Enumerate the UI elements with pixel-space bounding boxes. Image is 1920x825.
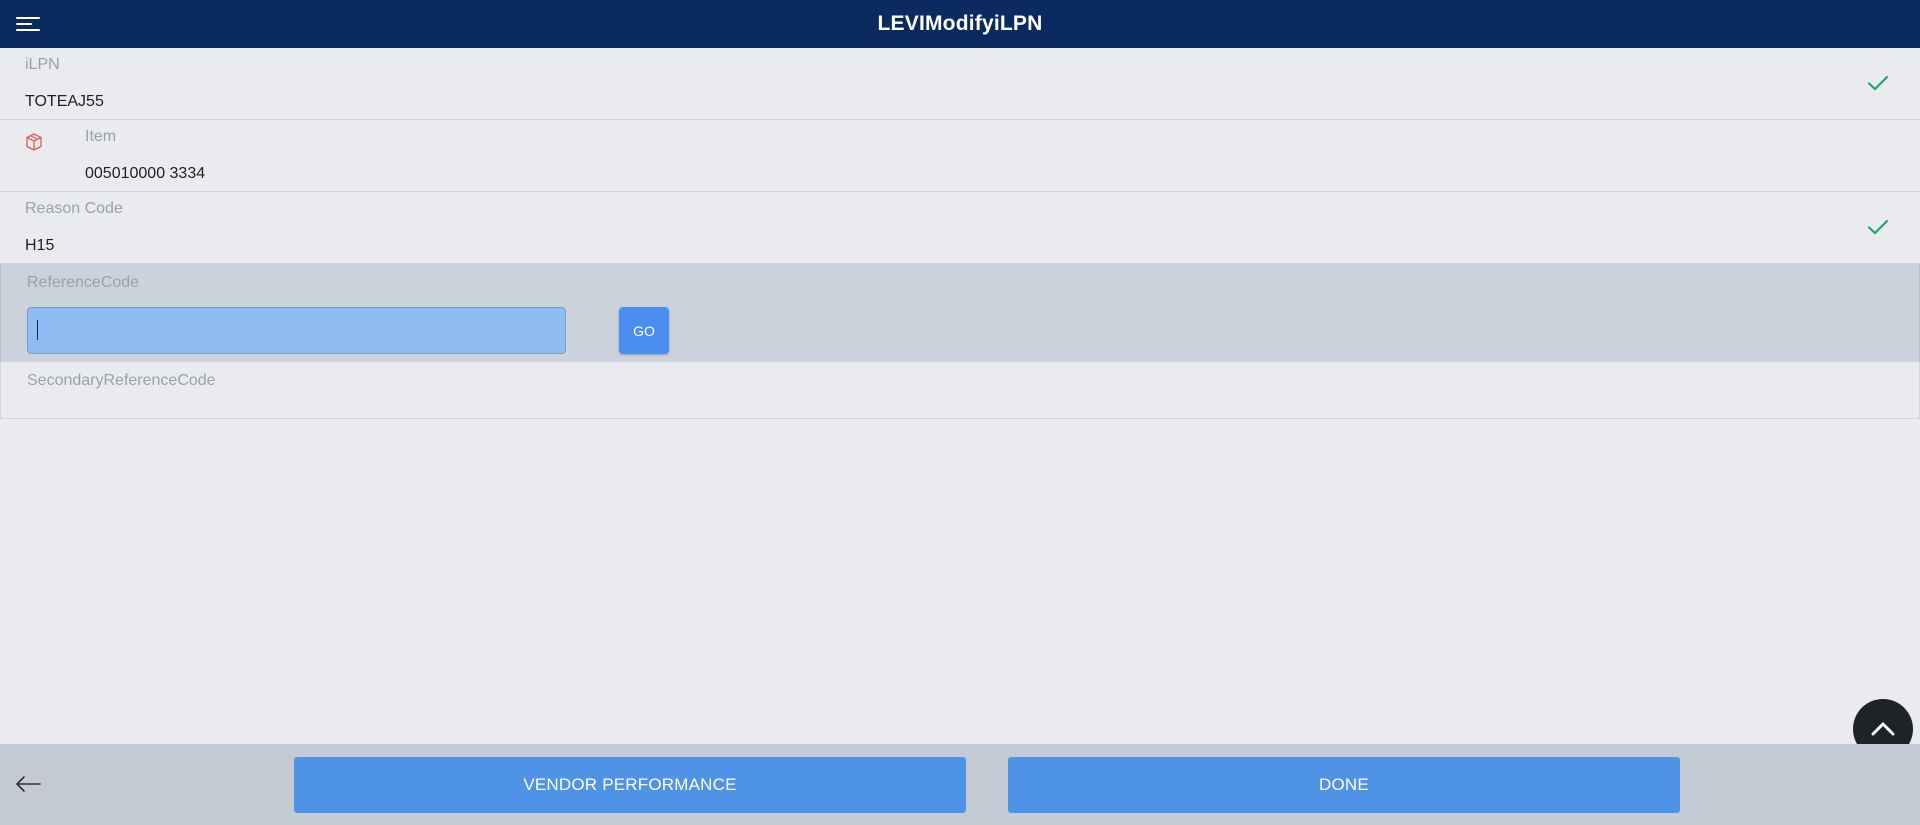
package-icon [26, 133, 42, 151]
reason-code-row[interactable]: Reason Code H15 [0, 192, 1920, 264]
ilpn-label: iLPN [25, 56, 60, 73]
item-value: 005010000 3334 [85, 165, 206, 182]
item-label: Item [85, 128, 117, 145]
footer-bar: VENDOR PERFORMANCE DONE [0, 744, 1920, 825]
check-icon [1867, 219, 1889, 235]
page-title: LEVIModifyiLPN [877, 12, 1043, 35]
check-icon [1867, 75, 1889, 91]
done-button[interactable]: DONE [1008, 757, 1680, 813]
arrow-left-icon[interactable] [14, 772, 42, 796]
reason-code-label: Reason Code [25, 200, 123, 217]
go-button[interactable]: GO [619, 307, 669, 354]
text-cursor [37, 320, 38, 340]
ilpn-row[interactable]: iLPN TOTEAJ55 [0, 48, 1920, 120]
secondary-reference-code-row[interactable]: SecondaryReferenceCode [0, 362, 1920, 419]
chevron-up-icon [1871, 722, 1895, 736]
vendor-performance-button[interactable]: VENDOR PERFORMANCE [294, 757, 966, 813]
ilpn-value: TOTEAJ55 [25, 93, 104, 110]
secondary-reference-code-label: SecondaryReferenceCode [27, 372, 216, 389]
item-row[interactable]: Item 005010000 3334 [0, 120, 1920, 192]
hamburger-menu-icon[interactable] [14, 12, 42, 36]
reference-code-label: ReferenceCode [27, 274, 140, 291]
reference-code-row: ReferenceCode GO [0, 264, 1920, 362]
app-header: LEVIModifyiLPN [0, 0, 1920, 48]
reference-code-input[interactable] [27, 307, 566, 354]
reason-code-value: H15 [25, 237, 55, 254]
